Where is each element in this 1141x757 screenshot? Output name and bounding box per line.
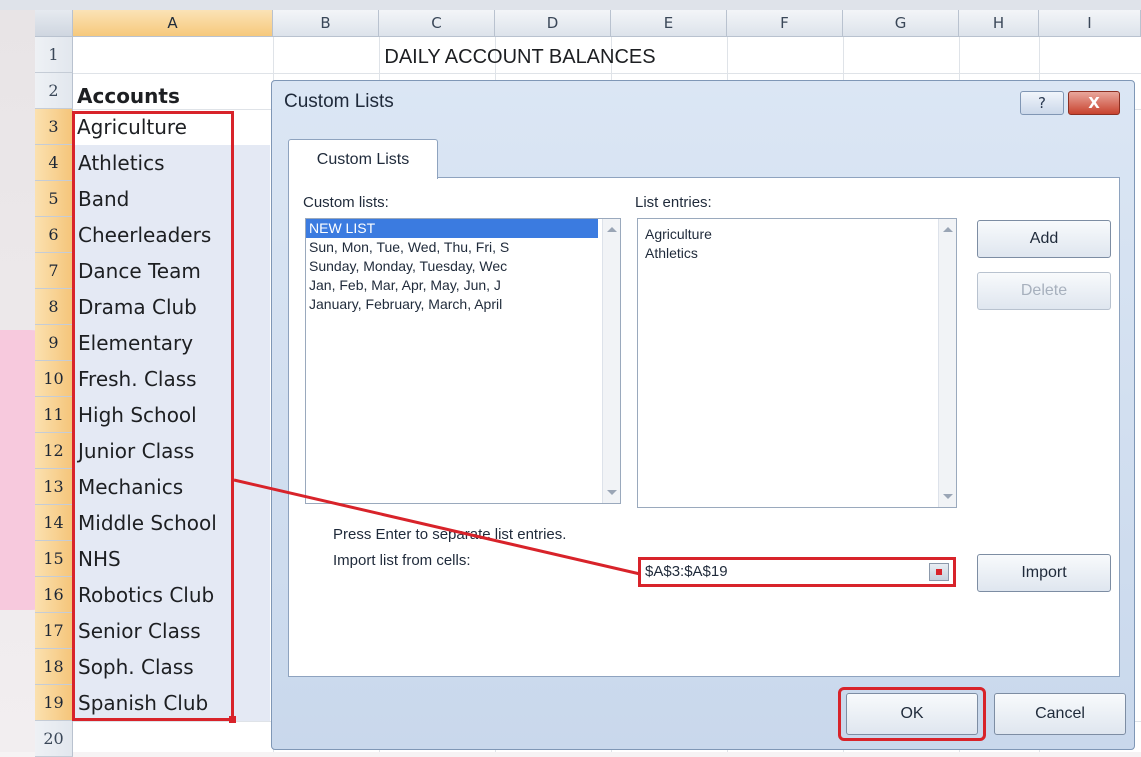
row-header-9[interactable]: 9 xyxy=(35,325,73,361)
fill-handle[interactable] xyxy=(229,716,236,723)
row-header-3[interactable]: 3 xyxy=(35,109,73,145)
row-header-6[interactable]: 6 xyxy=(35,217,73,253)
row-header-14[interactable]: 14 xyxy=(35,505,73,541)
column-header-a[interactable]: A xyxy=(73,10,273,37)
cancel-button[interactable]: Cancel xyxy=(994,693,1126,735)
tab-panel: Custom lists: NEW LIST Sun, Mon, Tue, We… xyxy=(288,177,1120,677)
row-header-8[interactable]: 8 xyxy=(35,289,73,325)
custom-lists-label: Custom lists: xyxy=(303,194,389,211)
list-item[interactable]: Sun, Mon, Tue, Wed, Thu, Fri, S xyxy=(306,238,620,257)
top-band xyxy=(0,0,1141,10)
column-header-f[interactable]: F xyxy=(727,10,843,37)
column-header-e[interactable]: E xyxy=(611,10,727,37)
column-header-d[interactable]: D xyxy=(495,10,611,37)
row-header-19[interactable]: 19 xyxy=(35,685,73,721)
list-entry: Athletics xyxy=(645,245,698,261)
row-header-16[interactable]: 16 xyxy=(35,577,73,613)
column-header-b[interactable]: B xyxy=(273,10,379,37)
row-header-18[interactable]: 18 xyxy=(35,649,73,685)
row-header-7[interactable]: 7 xyxy=(35,253,73,289)
row-header-5[interactable]: 5 xyxy=(35,181,73,217)
help-button[interactable]: ? xyxy=(1020,91,1064,115)
accounts-header-cell[interactable]: Accounts xyxy=(77,84,180,108)
row-header-10[interactable]: 10 xyxy=(35,361,73,397)
scrollbar[interactable] xyxy=(938,219,956,507)
close-button[interactable]: X xyxy=(1068,91,1120,115)
row-header-12[interactable]: 12 xyxy=(35,433,73,469)
row-header-13[interactable]: 13 xyxy=(35,469,73,505)
import-range-value: $A$3:$A$19 xyxy=(645,563,728,580)
gridline xyxy=(73,73,1141,74)
import-range-input[interactable]: $A$3:$A$19 xyxy=(638,557,956,587)
select-all-corner[interactable] xyxy=(35,10,73,37)
hint-text: Press Enter to separate list entries. xyxy=(333,526,567,543)
selection-outline xyxy=(72,111,234,721)
custom-lists-dialog: Custom Lists ? X Custom Lists Custom lis… xyxy=(271,80,1135,750)
collapse-dialog-icon[interactable] xyxy=(929,563,949,581)
list-entry: Agriculture xyxy=(645,226,712,242)
import-label: Import list from cells: xyxy=(333,552,471,569)
row-header-4[interactable]: 4 xyxy=(35,145,73,181)
import-button[interactable]: Import xyxy=(977,554,1111,592)
dialog-title: Custom Lists xyxy=(284,91,394,112)
column-header-i[interactable]: I xyxy=(1039,10,1141,37)
sheet-title[interactable]: DAILY ACCOUNT BALANCES xyxy=(325,46,715,69)
custom-lists-listbox[interactable]: NEW LIST Sun, Mon, Tue, Wed, Thu, Fri, S… xyxy=(305,218,621,504)
list-item[interactable]: Sunday, Monday, Tuesday, Wec xyxy=(306,257,620,276)
row-header-11[interactable]: 11 xyxy=(35,397,73,433)
delete-button[interactable]: Delete xyxy=(977,272,1111,310)
list-item[interactable]: NEW LIST xyxy=(306,219,598,238)
row-header-15[interactable]: 15 xyxy=(35,541,73,577)
scrollbar[interactable] xyxy=(602,219,620,503)
tab-custom-lists[interactable]: Custom Lists xyxy=(288,139,438,179)
ok-highlight xyxy=(838,687,986,741)
row-header-2[interactable]: 2 xyxy=(35,73,73,109)
list-entries-textarea[interactable]: Agriculture Athletics xyxy=(637,218,957,508)
list-item[interactable]: Jan, Feb, Mar, Apr, May, Jun, J xyxy=(306,276,620,295)
row-header-17[interactable]: 17 xyxy=(35,613,73,649)
add-button[interactable]: Add xyxy=(977,220,1111,258)
list-entries-label: List entries: xyxy=(635,194,712,211)
list-item[interactable]: January, February, March, April xyxy=(306,295,620,314)
row-header-1[interactable]: 1 xyxy=(35,37,73,73)
column-header-h[interactable]: H xyxy=(959,10,1039,37)
column-header-g[interactable]: G xyxy=(843,10,959,37)
column-header-c[interactable]: C xyxy=(379,10,495,37)
